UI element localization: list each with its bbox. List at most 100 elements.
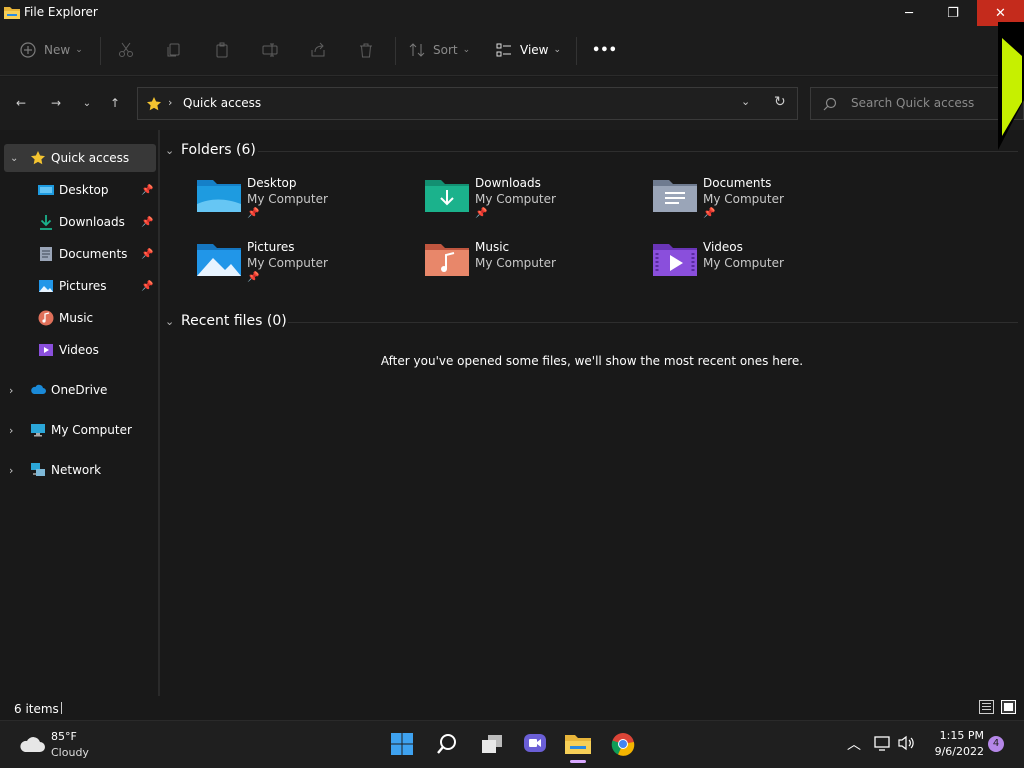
address-path: Quick access: [183, 96, 262, 110]
folder-name: Documents: [703, 176, 772, 190]
sidebar-item-documents[interactable]: Documents 📌: [0, 240, 156, 268]
folder-tile-desktop[interactable]: Desktop My Computer 📌: [197, 176, 417, 236]
recent-locations-button[interactable]: ⌄: [77, 93, 97, 113]
view-label: View: [520, 43, 549, 57]
toolbar-divider: [576, 37, 577, 65]
sidebar-item-label: Quick access: [51, 151, 130, 165]
status-divider: [61, 702, 62, 714]
computer-icon: [31, 424, 45, 437]
minimize-button[interactable]: ─: [886, 0, 932, 26]
item-count: 6 items: [14, 702, 59, 716]
sidebar-item-music[interactable]: Music: [0, 304, 156, 332]
windows-logo-icon: [391, 733, 413, 755]
chevron-down-icon: ⌄: [10, 152, 19, 164]
show-hidden-icons-chevron-up-icon[interactable]: ︿: [847, 734, 861, 754]
sort-button[interactable]: Sort ⌄: [409, 36, 470, 64]
weather-widget[interactable]: 85°F Cloudy: [16, 728, 106, 762]
cut-button[interactable]: [118, 36, 134, 64]
arrow-right-icon: →: [50, 96, 62, 110]
address-bar[interactable]: › Quick access ⌄ ↻: [137, 87, 798, 120]
cloud-icon: [20, 737, 45, 752]
recent-files-section-header[interactable]: ⌄ Recent files (0): [165, 313, 287, 329]
network-status-icon[interactable]: [873, 735, 891, 751]
task-view-icon: [482, 735, 502, 753]
folder-tile-music[interactable]: Music My Computer: [425, 240, 645, 300]
task-view-button[interactable]: [477, 729, 507, 759]
chevron-right-icon: ›: [9, 383, 14, 397]
more-options-button[interactable]: •••: [592, 36, 617, 64]
pin-icon: 📌: [475, 208, 488, 219]
volume-icon[interactable]: [898, 735, 916, 751]
refresh-icon[interactable]: ↻: [774, 94, 786, 110]
new-button[interactable]: New ⌄: [20, 36, 83, 64]
arrow-left-icon: ←: [15, 96, 27, 110]
delete-button[interactable]: [358, 36, 374, 64]
sidebar-item-onedrive[interactable]: › OneDrive: [0, 376, 156, 404]
details-view-icon[interactable]: [979, 700, 994, 714]
search-taskbar-button[interactable]: [432, 729, 462, 759]
cloud-icon: [31, 384, 46, 394]
sidebar-item-desktop[interactable]: Desktop 📌: [0, 176, 156, 204]
maximize-button[interactable]: ❐: [930, 0, 976, 26]
share-button[interactable]: [310, 36, 326, 64]
downloads-folder-icon: [425, 180, 469, 212]
sidebar-item-downloads[interactable]: Downloads 📌: [0, 208, 156, 236]
minimize-icon: ─: [905, 5, 913, 21]
sidebar-item-videos[interactable]: Videos: [0, 336, 156, 364]
tiles-view-icon[interactable]: [1001, 700, 1016, 714]
toolbar-divider: [395, 37, 396, 65]
star-icon: [31, 151, 45, 165]
documents-folder-icon: [653, 180, 697, 212]
folder-tile-documents[interactable]: Documents My Computer 📌: [653, 176, 873, 236]
paste-button[interactable]: [214, 36, 230, 64]
pin-icon: 📌: [141, 248, 154, 260]
folder-tile-downloads[interactable]: Downloads My Computer 📌: [425, 176, 645, 236]
forward-button[interactable]: →: [46, 93, 66, 113]
chrome-taskbar-button[interactable]: [608, 729, 638, 759]
view-button[interactable]: View ⌄: [496, 36, 561, 64]
back-button[interactable]: ←: [11, 93, 31, 113]
folder-name: Videos: [703, 240, 743, 254]
rename-button[interactable]: [262, 36, 278, 64]
chevron-right-icon: ›: [9, 463, 14, 477]
sidebar-item-label: Desktop: [59, 183, 109, 197]
folder-tile-videos[interactable]: Videos My Computer: [653, 240, 873, 300]
share-icon: [311, 42, 325, 57]
pane-divider[interactable]: [158, 130, 160, 696]
folder-name: Pictures: [247, 240, 295, 254]
notification-badge[interactable]: 4: [988, 736, 1004, 752]
title-bar: [0, 0, 1024, 26]
folders-heading: Folders (6): [181, 142, 256, 158]
chat-icon: [524, 734, 546, 752]
folder-tile-pictures[interactable]: Pictures My Computer 📌: [197, 240, 417, 300]
file-explorer-taskbar-button[interactable]: [563, 729, 593, 759]
start-button[interactable]: [387, 729, 417, 759]
sidebar-item-my-computer[interactable]: › My Computer: [0, 416, 156, 444]
recent-files-heading: Recent files (0): [181, 313, 287, 329]
sidebar-item-quick-access[interactable]: ⌄ Quick access: [4, 144, 156, 172]
folder-name: Music: [475, 240, 510, 254]
clock[interactable]: 1:15 PM 9/6/2022: [924, 729, 984, 763]
plus-circle-icon: [20, 42, 36, 58]
sidebar-item-label: Music: [59, 311, 94, 325]
sidebar-item-network[interactable]: › Network: [0, 456, 156, 484]
more-icon: •••: [592, 42, 617, 58]
sidebar-item-label: Documents: [59, 247, 128, 261]
folders-section-header[interactable]: ⌄ Folders (6): [165, 142, 256, 158]
weather-description: Cloudy: [51, 746, 89, 759]
chevron-down-icon: ⌄: [165, 314, 175, 328]
sidebar-item-pictures[interactable]: Pictures 📌: [0, 272, 156, 300]
pin-icon: 📌: [141, 216, 154, 228]
search-box[interactable]: Search Quick access: [810, 87, 1024, 120]
up-button[interactable]: ↑: [105, 93, 125, 113]
copy-button[interactable]: [166, 36, 182, 64]
clock-time: 1:15 PM: [939, 729, 984, 742]
folder-name: Desktop: [247, 176, 297, 190]
download-icon: [40, 215, 52, 230]
sidebar-item-label: Downloads: [59, 215, 125, 229]
address-dropdown-icon[interactable]: ⌄: [741, 95, 750, 108]
chat-button[interactable]: [520, 729, 550, 759]
rename-icon: [262, 43, 278, 57]
section-divider: [258, 151, 1018, 152]
network-icon: [31, 463, 45, 476]
